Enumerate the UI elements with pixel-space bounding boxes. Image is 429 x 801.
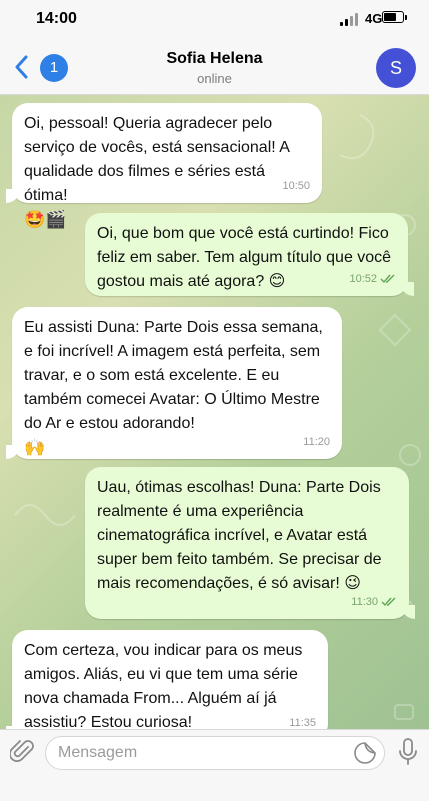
message-time: 10:50 [282, 180, 310, 192]
message-time: 11:35 [289, 717, 316, 729]
contact-name[interactable]: Sofia Helena [0, 50, 429, 68]
message-meta: 11:20 [303, 430, 330, 454]
message-emoji: 🤩🎬 [24, 210, 67, 229]
chat-area[interactable]: Oi, pessoal! Queria agradecer pelo servi… [0, 95, 429, 729]
message-text: Com certeza, vou indicar para os meus am… [24, 642, 303, 729]
message-bubble[interactable]: Oi, pessoal! Queria agradecer pelo servi… [6, 103, 322, 229]
avatar[interactable]: S [376, 48, 416, 88]
message-bubble[interactable]: Eu assisti Duna: Parte Dois essa semana,… [6, 307, 342, 459]
message-meta: 10:52 [349, 267, 396, 291]
paperclip-icon[interactable] [10, 739, 36, 765]
message-time: 11:20 [303, 436, 330, 448]
message-time: 11:30 [351, 596, 378, 608]
signal-icon [340, 13, 360, 26]
message-meta: 11:30 [351, 590, 397, 614]
message-text: Eu assisti Duna: Parte Dois essa semana,… [24, 319, 323, 432]
contact-status: online [197, 71, 232, 86]
message-text: Oi, que bom que você está curtindo! Fico… [97, 225, 392, 290]
network-label: 4G [365, 11, 383, 26]
message-text: Uau, ótimas escolhas! Duna: Parte Dois r… [97, 479, 382, 592]
battery-tip [405, 15, 407, 20]
message-input[interactable]: Mensagem [45, 736, 385, 770]
message-text: Oi, pessoal! Queria agradecer pelo servi… [24, 115, 290, 204]
message-meta: 11:35 [289, 711, 316, 729]
message-bubble[interactable]: Com certeza, vou indicar para os meus am… [6, 630, 328, 729]
input-bar: Mensagem [0, 729, 429, 801]
battery-icon [382, 11, 404, 23]
double-check-icon [381, 597, 396, 607]
message-bubble[interactable]: Uau, ótimas escolhas! Duna: Parte Dois r… [85, 467, 415, 619]
status-bar: 14:00 4G [0, 0, 429, 40]
message-meta: 10:50 [282, 174, 310, 198]
message-emoji: 🙌 [24, 438, 46, 457]
double-check-icon [380, 274, 395, 284]
message-time: 10:52 [349, 273, 377, 285]
message-bubble[interactable]: Oi, que bom que você está curtindo! Fico… [85, 213, 414, 296]
status-time: 14:00 [36, 10, 77, 27]
message-placeholder: Mensagem [58, 744, 138, 761]
chat-header: 1 Sofia Helena online S [0, 40, 429, 95]
microphone-icon[interactable] [396, 738, 420, 766]
sticker-icon[interactable] [354, 742, 376, 764]
